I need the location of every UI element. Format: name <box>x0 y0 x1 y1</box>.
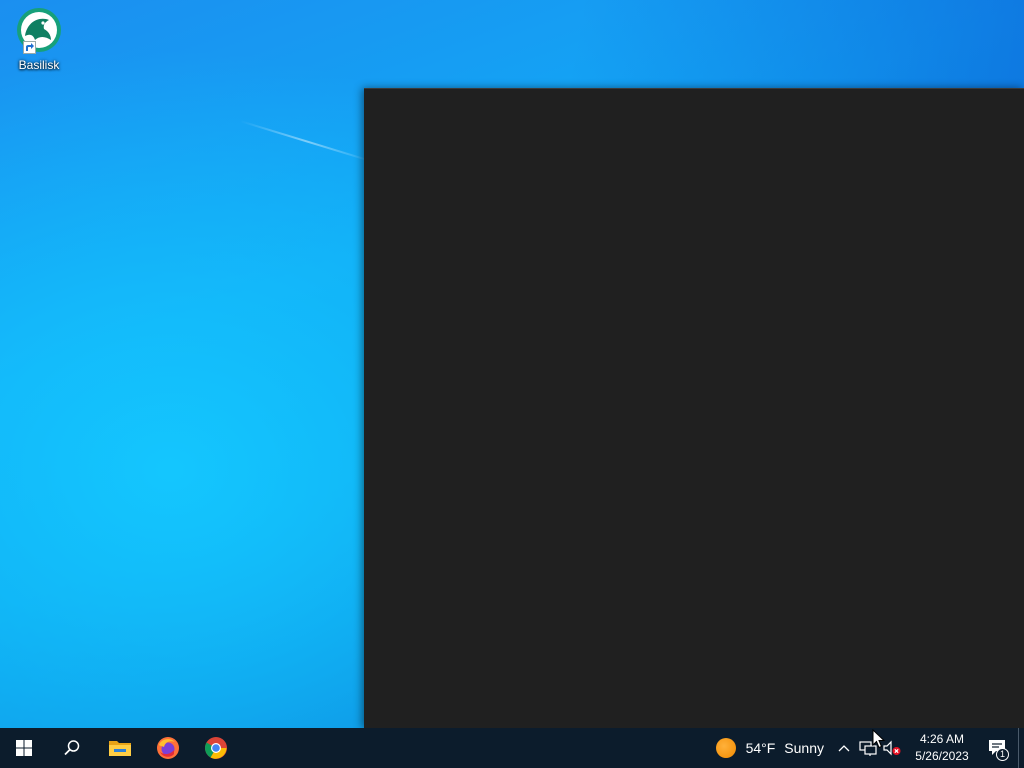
weather-condition: Sunny <box>784 740 824 756</box>
clock-date: 5/26/2023 <box>915 749 969 763</box>
wallpaper-light-streak <box>239 120 375 163</box>
chrome-icon <box>205 737 227 759</box>
shortcut-arrow-icon <box>23 41 36 54</box>
action-center-button[interactable]: 1 <box>978 728 1018 768</box>
clock-time: 4:26 AM <box>919 732 965 746</box>
file-explorer-button[interactable] <box>96 728 144 768</box>
desktop-icon-label: Basilisk <box>18 58 60 72</box>
start-button[interactable] <box>0 728 48 768</box>
mouse-cursor-icon <box>872 729 886 749</box>
system-tray: 54°F Sunny 4:26 AM 5/26/2023 1 <box>710 728 1024 768</box>
search-icon <box>64 740 80 756</box>
folder-icon <box>109 741 131 756</box>
chrome-button[interactable] <box>192 728 240 768</box>
desktop-icon-basilisk[interactable]: Basilisk <box>6 6 72 76</box>
taskbar-clock[interactable]: 4:26 AM 5/26/2023 <box>906 728 978 768</box>
taskbar: 54°F Sunny 4:26 AM 5/26/2023 1 <box>0 728 1024 768</box>
windows-logo-icon <box>16 740 32 756</box>
weather-widget[interactable]: 54°F Sunny <box>710 728 832 768</box>
basilisk-browser-icon <box>15 6 63 54</box>
firefox-icon <box>157 737 179 759</box>
show-desktop-button[interactable] <box>1018 728 1024 768</box>
notification-count-badge: 1 <box>996 748 1009 761</box>
dark-app-window[interactable] <box>364 88 1024 728</box>
search-button[interactable] <box>48 728 96 768</box>
sun-icon <box>715 738 736 758</box>
chevron-up-icon <box>838 745 850 752</box>
weather-temperature: 54°F <box>745 740 776 756</box>
show-hidden-icons-button[interactable] <box>832 728 856 768</box>
firefox-button[interactable] <box>144 728 192 768</box>
